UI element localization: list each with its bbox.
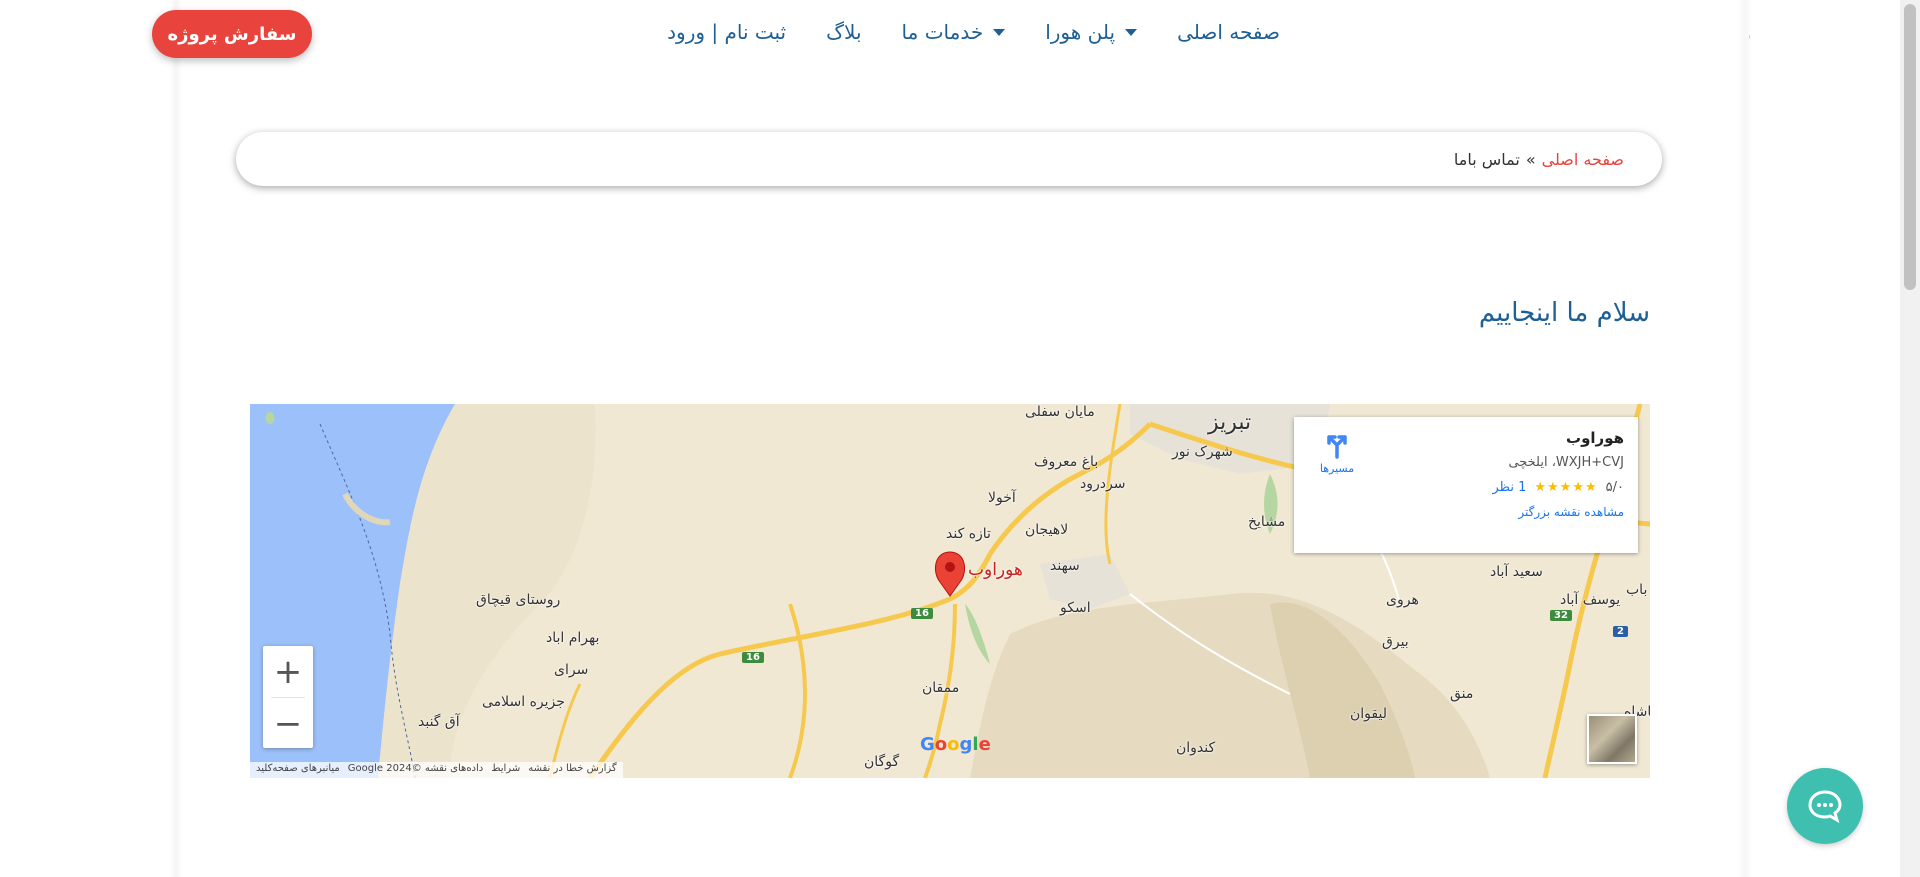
chat-bubble-icon: [1808, 790, 1842, 824]
map-label-saeed-abad: سعید آباد: [1490, 564, 1543, 580]
map-label-sardrood: سردرود: [1080, 476, 1126, 492]
zoom-controls: + −: [263, 646, 313, 748]
page-scrollbar[interactable]: [1900, 0, 1920, 877]
chevron-down-icon: [1125, 28, 1138, 36]
map-label-monaq: منق: [1450, 686, 1474, 702]
nav-item-label: صفحه اصلی: [1177, 20, 1280, 44]
nav-item-label: خدمات ما: [901, 20, 984, 44]
map-label-edge-1: باب: [1626, 582, 1648, 598]
view-larger-map-link[interactable]: مشاهده نقشه بزرگتر: [1308, 505, 1624, 519]
keyboard-shortcuts-link[interactable]: میانبرهای صفحه‌کلید: [256, 763, 340, 777]
star-rating-icon: ★★★★★: [1534, 480, 1598, 495]
map-label-lahijan: لاهیجان: [1025, 522, 1069, 538]
route-shield: 2: [1613, 626, 1628, 637]
map-label-yousef-abad: یوسف آباد: [1560, 592, 1621, 608]
directions-button[interactable]: مسیرها: [1312, 431, 1362, 475]
map-label-aq-gonbad: آق گنبد: [418, 714, 460, 730]
route-shield: 16: [911, 608, 933, 619]
zoom-out-button[interactable]: −: [263, 698, 313, 749]
breadcrumb-separator: »: [1525, 149, 1536, 169]
map-label-saray: سرای: [554, 662, 589, 678]
nav-item-login[interactable]: ثبت نام | ورود: [667, 20, 786, 44]
nav-item-hora-plan[interactable]: پلن هورا: [1045, 20, 1138, 44]
map-label-birag: بیرق: [1382, 634, 1409, 650]
directions-icon: [1327, 435, 1347, 459]
map-label-kandovan: کندوان: [1176, 740, 1216, 756]
site-header: هوراوب صفحه اصلی پلن هورا خدمات ما بلاگ …: [0, 0, 1900, 70]
map-label-bagh-maroof: باغ معروف: [1034, 454, 1099, 470]
map-label-tabriz: تبریز: [1208, 410, 1252, 435]
terms-link[interactable]: شرایط: [491, 763, 520, 777]
rating-value: ۵/۰: [1605, 480, 1624, 495]
nav-item-blog[interactable]: بلاگ: [826, 20, 861, 44]
map-label-mayan: مایان سفلی: [1025, 404, 1095, 420]
page-title: سلام ما اینجاییم: [1478, 298, 1650, 328]
nav-item-label: ثبت نام | ورود: [667, 20, 787, 44]
map-label-osku: اسکو: [1060, 600, 1091, 616]
map-label-rostay-qipchaq: روستای قیچاق: [476, 592, 561, 608]
route-shield: 32: [1550, 610, 1572, 621]
report-error-link[interactable]: گزارش خطا در نقشه: [528, 763, 616, 777]
map-data-credit: داده‌های نقشه ©2024 Google: [347, 763, 484, 774]
nav-item-home[interactable]: صفحه اصلی: [1177, 20, 1280, 44]
svg-text:هوراوب: هوراوب: [1748, 19, 1750, 49]
breadcrumb-home-link[interactable]: صفحه اصلی: [1542, 150, 1624, 169]
directions-label: مسیرها: [1319, 462, 1355, 475]
place-info-card: هوراوب WXJH+CVJ، ایلخچی ۵/۰ ★★★★★ 1 نظر …: [1294, 417, 1638, 553]
map-label-shahrak-noor: شهرک نور: [1172, 444, 1233, 460]
reviews-link[interactable]: 1 نظر: [1492, 480, 1526, 495]
site-logo[interactable]: هوراوب: [1640, 14, 1750, 54]
google-map[interactable]: تبریز مایان سفلی شهرک نور باغ معروف سردر…: [250, 404, 1650, 778]
map-label-sahand: سهند: [1050, 558, 1080, 574]
map-marker-label: هوراوب: [968, 560, 1023, 580]
place-rating: ۵/۰ ★★★★★ 1 نظر: [1308, 480, 1624, 495]
map-label-livan: لیقوان: [1350, 706, 1387, 722]
nav-item-label: بلاگ: [826, 20, 862, 44]
map-label-jazire-eslami: جزیره اسلامی: [482, 694, 565, 710]
satellite-toggle[interactable]: [1587, 714, 1637, 764]
map-label-gogan: گوگان: [864, 754, 900, 770]
page: هوراوب صفحه اصلی پلن هورا خدمات ما بلاگ …: [0, 0, 1920, 877]
zoom-in-button[interactable]: +: [263, 646, 313, 697]
map-attribution: میانبرهای صفحه‌کلید داده‌های نقشه ©2024 …: [250, 762, 623, 778]
nav-item-label: پلن هورا: [1045, 20, 1116, 44]
breadcrumb-current: تماس باما: [1453, 149, 1520, 169]
order-project-button[interactable]: سفارش پروژه: [152, 10, 312, 58]
chat-widget-button[interactable]: [1787, 768, 1863, 844]
scrollbar-thumb[interactable]: [1904, 4, 1916, 290]
map-label-harvi: هروی: [1386, 592, 1419, 608]
map-label-taze-kand: تازه کند: [946, 526, 991, 542]
google-logo: Google: [920, 734, 991, 755]
map-label-mashayekh: مشایخ: [1248, 514, 1286, 530]
map-label-akhula: آخولا: [988, 490, 1016, 506]
route-shield: 16: [742, 652, 764, 663]
main-nav: صفحه اصلی پلن هورا خدمات ما بلاگ ثبت نام…: [667, 20, 1280, 44]
breadcrumb: صفحه اصلی » تماس باما: [236, 132, 1662, 186]
map-label-mamaqan: ممقان: [922, 680, 960, 696]
map-pin-icon[interactable]: [934, 551, 966, 597]
map-label-bahram-abad: بهرام اباد: [546, 630, 600, 646]
nav-item-services[interactable]: خدمات ما: [902, 20, 1006, 44]
chevron-down-icon: [993, 28, 1006, 36]
